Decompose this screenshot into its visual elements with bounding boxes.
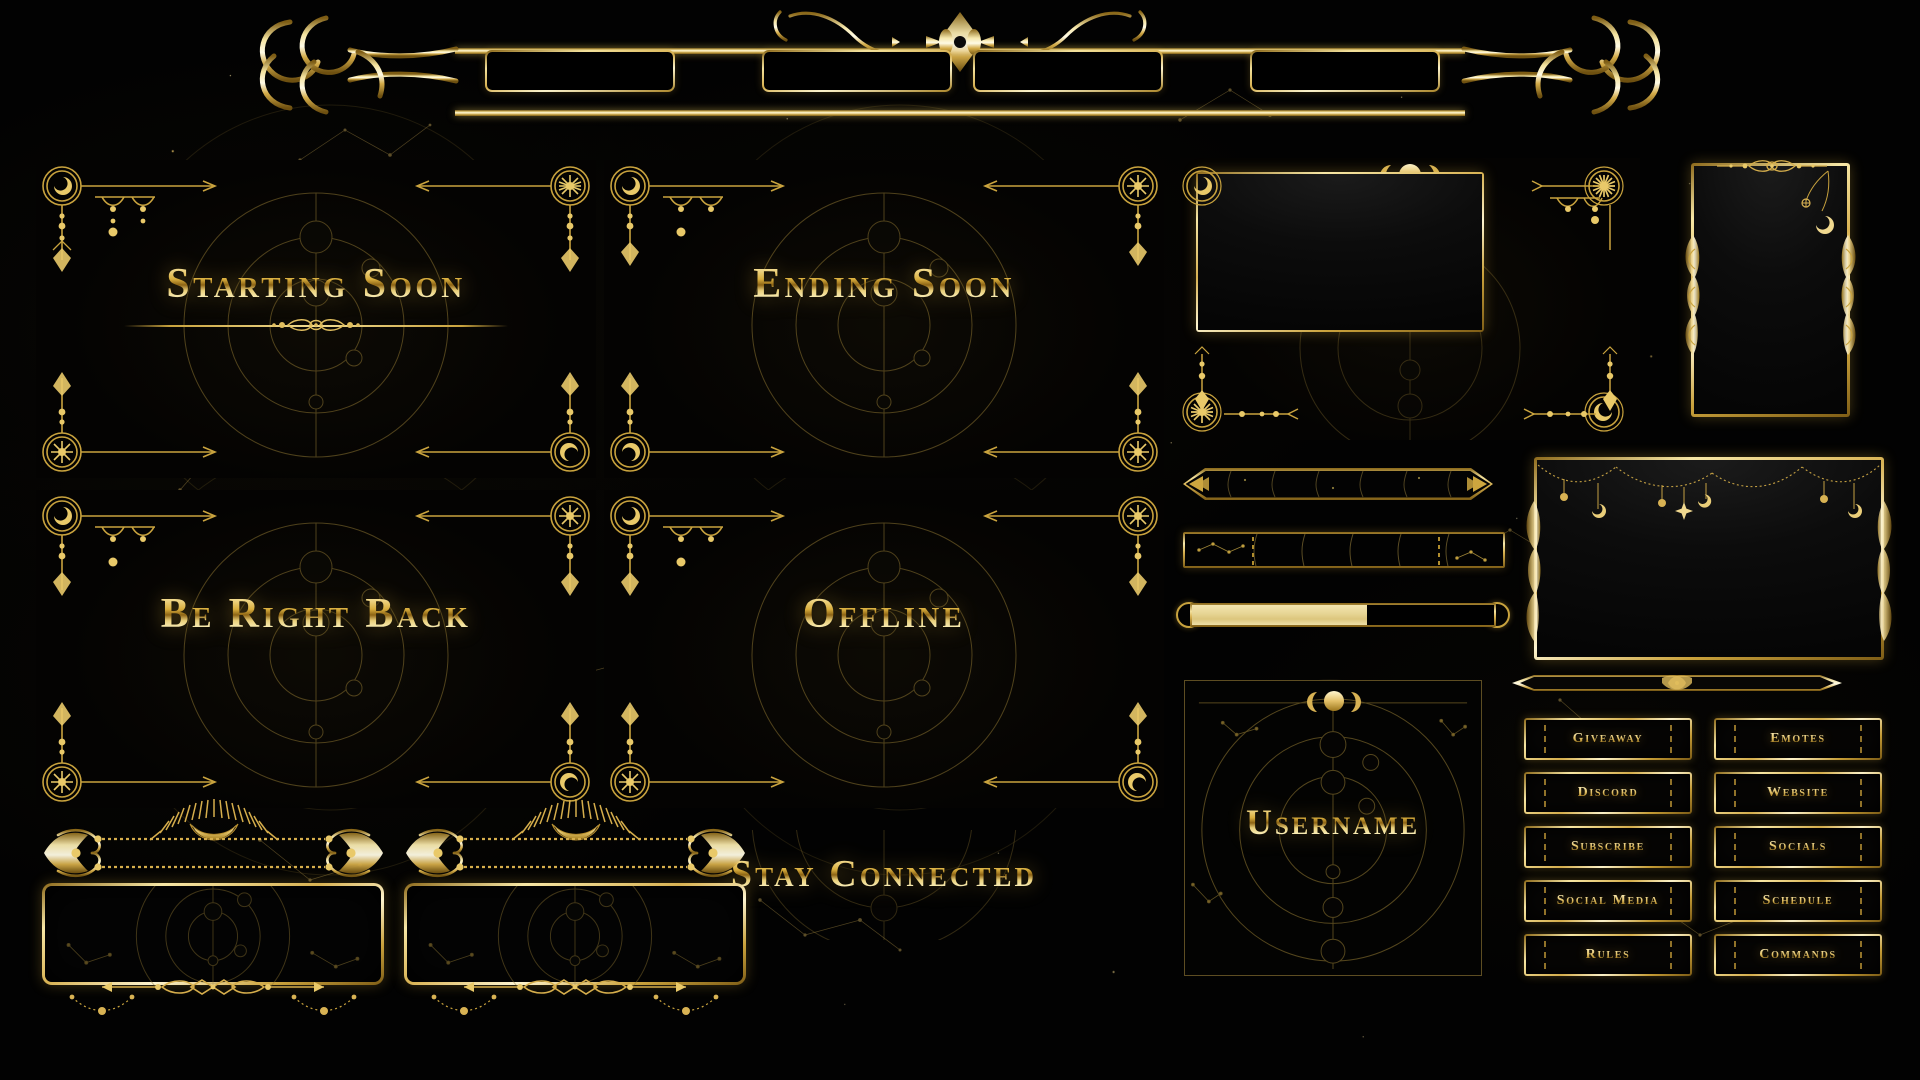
corner-ornament-br: [982, 372, 1158, 472]
top-rail-lower: [455, 110, 1465, 116]
corner-ornament-bl: [610, 372, 786, 472]
banner-right-box[interactable]: [404, 883, 746, 987]
button-subscribe[interactable]: Subscribe: [1524, 826, 1692, 868]
username-panel[interactable]: Username: [1184, 680, 1482, 976]
corner-ornament-tr: [982, 496, 1158, 596]
banner-bottom-ornament-icon: [69, 979, 357, 1015]
corner-ornament-bl: [42, 372, 218, 472]
scene-divider: [124, 318, 508, 332]
hanging-moon-chain-icon: [1801, 170, 1834, 234]
divider-ornament-icon: [272, 319, 360, 331]
progress-track: [1190, 603, 1496, 627]
corner-ornament-tl: [42, 166, 218, 272]
button-website-label: Website: [1767, 785, 1829, 800]
top-slot-4[interactable]: [1250, 50, 1440, 92]
webcam-frame-portrait-area[interactable]: [1683, 155, 1858, 425]
button-social-media-label: Social Media: [1556, 893, 1660, 908]
corner-connector-rails: [1194, 180, 1618, 420]
button-commands[interactable]: Commands: [1714, 934, 1882, 976]
panel-buttons: Giveaway Emotes Discord Website Subscrib…: [1524, 718, 1884, 976]
button-subscribe-label: Subscribe: [1570, 839, 1646, 854]
webcam-frame-landscape-area[interactable]: [1180, 158, 1640, 440]
corner-ornament-tl: [610, 496, 786, 596]
corner-ornament-tr: [414, 496, 590, 596]
button-giveaway[interactable]: Giveaway: [1524, 718, 1692, 760]
button-discord[interactable]: Discord: [1524, 772, 1692, 814]
winged-flourish-icon: [406, 828, 745, 878]
scene-be-right-back[interactable]: Be Right Back: [36, 490, 596, 808]
overlay-pack-canvas: Starting Soon Ending Soon Be Right Back …: [0, 0, 1920, 1080]
triple-moon-icon: [1307, 691, 1361, 712]
divider-bar-tapered[interactable]: [1512, 672, 1842, 694]
alert-bar-hex[interactable]: [1183, 468, 1493, 500]
button-giveaway-label: Giveaway: [1572, 731, 1644, 746]
orbit-rings-faint: [428, 886, 722, 987]
button-emotes[interactable]: Emotes: [1714, 718, 1882, 760]
corner-ornament-tr: [414, 166, 590, 272]
banner-right[interactable]: [398, 795, 753, 1025]
corner-ornament-bl: [610, 702, 786, 802]
button-website[interactable]: Website: [1714, 772, 1882, 814]
progress-fill: [1192, 605, 1368, 625]
orbit-rings-faint: [66, 886, 360, 987]
winged-flourish-icon: [44, 828, 383, 878]
button-socials[interactable]: Socials: [1714, 826, 1882, 868]
corner-ornament-br: [414, 372, 590, 472]
scroll-flourish-right-icon: [1461, 15, 1661, 115]
top-slot-3[interactable]: [973, 50, 1163, 92]
corner-ornament-bl: [42, 702, 218, 802]
button-commands-label: Commands: [1759, 947, 1837, 962]
button-schedule[interactable]: Schedule: [1714, 880, 1882, 922]
scene-ending-soon[interactable]: Ending Soon: [604, 160, 1164, 478]
banner-left-box[interactable]: [42, 883, 384, 987]
corner-ornament-tl: [42, 496, 218, 596]
button-schedule-label: Schedule: [1762, 893, 1834, 908]
button-discord-label: Discord: [1577, 785, 1639, 800]
corner-ornament-tl: [610, 166, 786, 266]
top-banner-bar: [0, 0, 1920, 130]
top-slot-2[interactable]: [762, 50, 952, 92]
scene-offline[interactable]: Offline: [604, 490, 1164, 808]
ornate-side-flourish-right-icon: [1877, 501, 1892, 641]
goal-progress-bar[interactable]: [1176, 600, 1510, 630]
username-panel-title: Username: [1185, 801, 1481, 843]
button-socials-label: Socials: [1769, 839, 1827, 854]
hex-bar-inner-decor: [1183, 468, 1493, 500]
stream-frame-large-area[interactable]: [1520, 455, 1898, 668]
ornate-side-flourish-left-icon: [1526, 501, 1541, 641]
button-rules[interactable]: Rules: [1524, 934, 1692, 976]
button-social-media[interactable]: Social Media: [1524, 880, 1692, 922]
scene-starting-soon[interactable]: Starting Soon: [36, 160, 596, 478]
top-slot-1[interactable]: [485, 50, 675, 92]
alert-bar-rect[interactable]: [1183, 532, 1505, 568]
ornate-side-flourish-left-icon: [1685, 235, 1700, 355]
scroll-flourish-left-icon: [259, 15, 459, 115]
corner-ornament-br: [982, 702, 1158, 802]
rect-bar-inner-decor: [1197, 534, 1487, 566]
corner-ornament-br: [414, 702, 590, 802]
banner-bottom-ornament-icon: [431, 979, 719, 1015]
banner-left[interactable]: [36, 795, 391, 1025]
hanging-garland-icon: [1537, 464, 1881, 520]
corner-ornament-tr: [982, 166, 1158, 266]
button-emotes-label: Emotes: [1770, 731, 1826, 746]
button-rules-label: Rules: [1585, 947, 1631, 962]
